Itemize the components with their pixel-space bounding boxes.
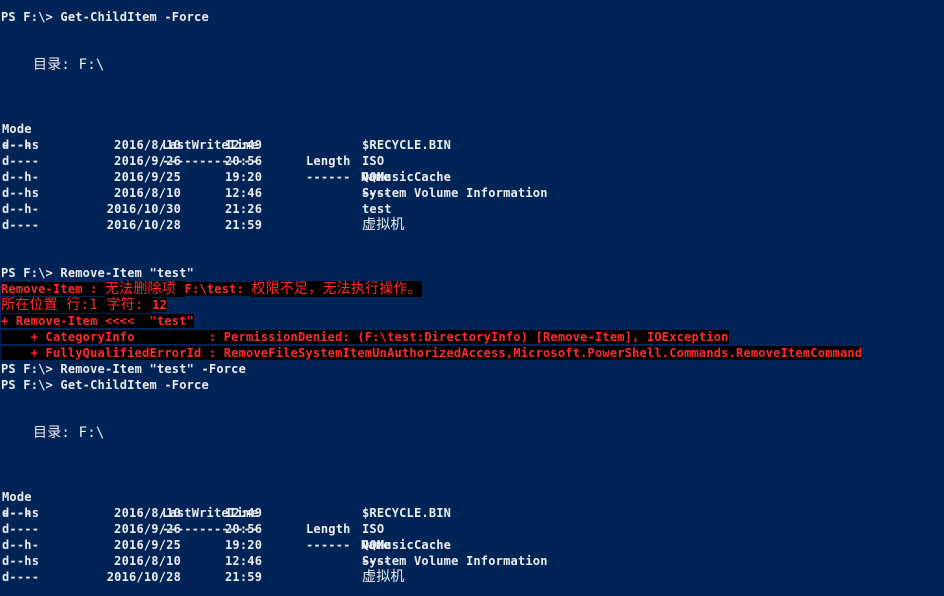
listing-header-row: Mode LastWriteTime Length Name: [1, 105, 941, 184]
cell-name: QQMusicCache: [362, 170, 452, 184]
cell-date: 2016/8/10: [114, 138, 181, 152]
cell-date: 2016/8/10: [114, 186, 181, 200]
cell-date: 2016/10/28: [106, 570, 181, 584]
cell-name: System Volume Information: [362, 554, 548, 568]
cell-name: System Volume Information: [362, 186, 548, 200]
cell-date: 2016/9/26: [114, 154, 181, 168]
prompt-command-line: PS F:\> Remove-Item "test": [1, 266, 195, 280]
directory-heading: 目录: F:\: [33, 57, 105, 73]
error-source-text: + Remove-Item <<<< "test": [1, 314, 195, 328]
prompt-command-line: PS F:\> Remove-Item "test" -Force: [1, 362, 247, 376]
prompt-command-line: PS F:\> Get-ChildItem -Force: [1, 378, 209, 392]
listing-row: d--hs 2016/8/10 12:46 System Volume Informa…: [1, 553, 941, 569]
prompt-command-line: PS F:\> Get-ChildItem -Force: [1, 10, 209, 24]
cell-name: ISO: [362, 154, 385, 168]
cell-date: 2016/9/25: [114, 538, 181, 552]
cell-name: 虚拟机: [362, 569, 405, 585]
cell-mode: d--hs: [2, 506, 40, 520]
cell-time: 21:59: [225, 218, 263, 232]
cell-date: 2016/9/25: [114, 170, 181, 184]
cell-date: 2016/8/10: [114, 506, 181, 520]
cell-time: 20:56: [225, 154, 263, 168]
cell-mode: d--h-: [2, 202, 40, 216]
error-category-text: + CategoryInfo : PermissionDenied: (F:\t…: [1, 330, 729, 344]
cell-mode: d--hs: [2, 554, 40, 568]
listing-row: d--h- 2016/9/25 19:20 QQMusicCache: [1, 537, 941, 553]
cell-time: 19:20: [225, 170, 263, 184]
error-line-message: Remove-Item : 无法删除项 F:\test: 权限不足，无法执行操作…: [1, 281, 422, 297]
cell-time: 12:46: [225, 554, 263, 568]
cell-mode: d--h-: [2, 170, 40, 184]
listing-row: d--h- 2016/10/30 21:26 test: [1, 201, 941, 217]
error-position-label: 所在位置 行:1 字符:: [1, 297, 153, 313]
cell-time: 20:56: [225, 522, 263, 536]
cell-name: QQMusicCache: [362, 538, 452, 552]
cell-name: ISO: [362, 522, 385, 536]
listing-row: d--hs 2016/8/10 12:49 $RECYCLE.BIN: [1, 505, 941, 521]
cell-time: 21:26: [225, 202, 263, 216]
cell-time: 21:59: [225, 570, 263, 584]
powershell-console[interactable]: PS F:\> Get-ChildItem -Force 目录: F:\ Mod…: [0, 0, 944, 596]
error-line-position: 所在位置 行:1 字符: 12: [1, 297, 168, 313]
listing-row: d---- 2016/10/28 21:59 虚拟机: [1, 217, 941, 233]
cell-mode: d--hs: [2, 138, 40, 152]
listing-row: d---- 2016/9/26 20:56 ISO: [1, 153, 941, 169]
cell-mode: d----: [2, 154, 40, 168]
error-text: 权限不足，无法执行操作。: [251, 281, 422, 297]
error-cmdlet: Remove-Item :: [1, 282, 105, 296]
error-text: 无法删除项: [104, 281, 185, 297]
cell-mode: d----: [2, 218, 40, 232]
listing-row: d--h- 2016/9/25 19:20 QQMusicCache: [1, 169, 941, 185]
cell-date: 2016/9/26: [114, 522, 181, 536]
cell-date: 2016/10/30: [106, 202, 181, 216]
listing-row: d--hs 2016/8/10 12:49 $RECYCLE.BIN: [1, 137, 941, 153]
cell-name: $RECYCLE.BIN: [362, 506, 452, 520]
listing-row: d--hs 2016/8/10 12:46 System Volume Informa…: [1, 185, 941, 201]
error-line-category: + CategoryInfo : PermissionDenied: (F:\t…: [1, 329, 729, 345]
error-position-value: 12: [152, 298, 168, 312]
cell-date: 2016/10/28: [106, 218, 181, 232]
cell-time: 12:49: [225, 506, 263, 520]
cell-name: $RECYCLE.BIN: [362, 138, 452, 152]
listing-header-underline: ---- ------------- ------ ----: [1, 121, 941, 200]
cell-mode: d----: [2, 570, 40, 584]
directory-heading: 目录: F:\: [33, 425, 105, 441]
cell-time: 12:49: [225, 138, 263, 152]
cell-mode: d--h-: [2, 538, 40, 552]
error-fqid-text: + FullyQualifiedErrorId : RemoveFileSyst…: [1, 346, 863, 360]
listing-row: d---- 2016/9/26 20:56 ISO: [1, 521, 941, 537]
listing-row: d---- 2016/10/28 21:59 虚拟机: [1, 569, 941, 585]
error-path: F:\test:: [184, 282, 252, 296]
error-line-source: + Remove-Item <<<< "test": [1, 313, 195, 329]
error-line-fqid: + FullyQualifiedErrorId : RemoveFileSyst…: [1, 345, 863, 361]
listing-header-underline: ---- ------------- ------ ----: [1, 489, 941, 568]
cell-time: 19:20: [225, 538, 263, 552]
cell-date: 2016/8/10: [114, 554, 181, 568]
cell-name: 虚拟机: [362, 217, 405, 233]
cell-name: test: [362, 202, 392, 216]
cell-mode: d----: [2, 522, 40, 536]
listing-header-row: Mode LastWriteTime Length Name: [1, 473, 941, 552]
cell-mode: d--hs: [2, 186, 40, 200]
cell-time: 12:46: [225, 186, 263, 200]
